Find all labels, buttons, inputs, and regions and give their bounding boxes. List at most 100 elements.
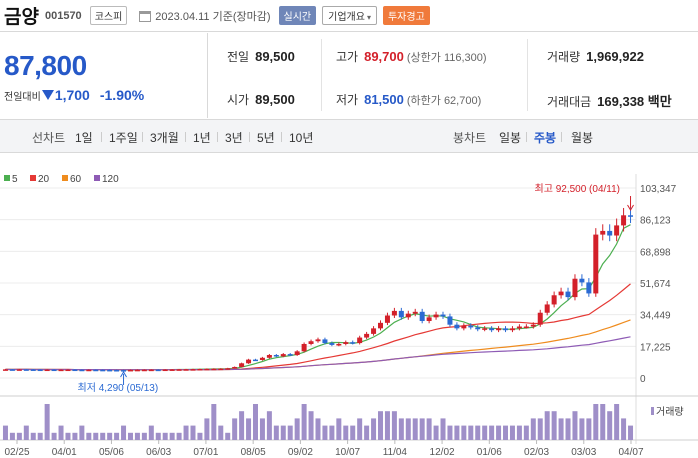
volume-bar bbox=[190, 425, 196, 440]
candle-body bbox=[72, 369, 78, 372]
volume-bar bbox=[259, 418, 265, 440]
down-arrow-icon bbox=[41, 90, 54, 100]
legend-label: 20 bbox=[38, 174, 50, 185]
volume-bar bbox=[141, 432, 147, 440]
stat-value: 81,500 bbox=[364, 92, 404, 107]
candle-weekly[interactable]: 주봉 bbox=[534, 129, 556, 146]
period-1y[interactable]: 1년 bbox=[193, 129, 211, 146]
volume-bar bbox=[23, 425, 29, 440]
volume-bar bbox=[58, 425, 64, 440]
volume-bar bbox=[155, 432, 161, 440]
candle-body bbox=[266, 355, 272, 358]
divider bbox=[526, 132, 527, 142]
candle-chart-label: 봉차트 bbox=[453, 131, 487, 145]
calendar-icon bbox=[139, 11, 152, 22]
volume-bar bbox=[607, 411, 613, 440]
candle-body bbox=[58, 369, 64, 372]
stat-prev-close: 전일 89,500 bbox=[227, 48, 295, 65]
volume-bar bbox=[398, 418, 404, 440]
candle-body bbox=[516, 326, 522, 329]
volume-bar bbox=[287, 425, 293, 440]
x-tick-label: 05/06 bbox=[99, 447, 124, 458]
volume-bar bbox=[447, 425, 453, 440]
volume-bar bbox=[294, 418, 300, 440]
company-overview-label: 기업개요 bbox=[328, 12, 365, 23]
stat-volume: 거래량 1,969,922 bbox=[547, 48, 644, 65]
quote-stats: 전일 89,500 고가 89,700 (상한가 116,300) 거래량 1,969,… bbox=[209, 33, 698, 118]
candle-body bbox=[183, 369, 189, 371]
candle-body bbox=[565, 291, 571, 298]
candle-body bbox=[475, 327, 481, 330]
candle-body bbox=[364, 333, 370, 338]
volume-bar bbox=[329, 425, 335, 440]
volume-bar bbox=[551, 411, 557, 440]
candle-body bbox=[65, 369, 71, 372]
volume-bar bbox=[503, 425, 509, 440]
legend-label: 120 bbox=[102, 174, 119, 185]
volume-bar bbox=[391, 411, 397, 440]
volume-bar bbox=[586, 418, 592, 440]
realtime-button[interactable]: 실시간 bbox=[278, 6, 317, 25]
candle-body bbox=[426, 317, 432, 322]
candle-body bbox=[523, 326, 529, 329]
stat-high: 고가 89,700 (상한가 116,300) bbox=[336, 48, 487, 65]
stock-header: 금양 001570 코스피 2023.04.11 기준(장마감) 실시간 기업개… bbox=[0, 0, 698, 32]
lower-limit: (하한가 62,700) bbox=[406, 95, 482, 107]
investment-warning-badge[interactable]: 투자경고 bbox=[382, 6, 430, 25]
candle-body bbox=[433, 314, 439, 318]
volume-bar bbox=[440, 418, 446, 440]
price-chart[interactable]: 5 20 60 120 0 17,225 34,449 51,674 68,898 86,123 1… bbox=[0, 154, 698, 458]
x-tick-label: 08/05 bbox=[241, 447, 266, 458]
candle-body bbox=[600, 230, 606, 235]
period-5y[interactable]: 5년 bbox=[257, 129, 275, 146]
candle-body bbox=[544, 304, 550, 313]
volume-bar bbox=[433, 425, 439, 440]
period-1w[interactable]: 1주일 bbox=[109, 129, 138, 146]
volume-bar bbox=[114, 432, 120, 440]
y-tick-label: 68,898 bbox=[640, 247, 671, 258]
volume-bar bbox=[544, 411, 550, 440]
candle-body bbox=[558, 291, 564, 296]
volume-legend-label: 거래량 bbox=[656, 406, 684, 418]
y-tick-label: 86,123 bbox=[640, 216, 671, 227]
candle-monthly[interactable]: 월봉 bbox=[571, 129, 593, 146]
candle-body bbox=[391, 310, 397, 316]
volume-bar bbox=[593, 404, 599, 440]
candle-body bbox=[440, 314, 446, 317]
candle-body bbox=[141, 369, 147, 372]
candle-body bbox=[371, 328, 377, 334]
volume-bar bbox=[489, 425, 495, 440]
legend-label: 60 bbox=[70, 174, 82, 185]
candle-daily[interactable]: 일봉 bbox=[499, 129, 521, 146]
divider bbox=[281, 132, 282, 142]
quote-date: 2023.04.11 기준(장마감) bbox=[155, 10, 271, 23]
x-tick-label: 04/07 bbox=[618, 447, 643, 458]
volume-bar bbox=[516, 425, 522, 440]
divider bbox=[527, 39, 528, 111]
period-3y[interactable]: 3년 bbox=[225, 129, 243, 146]
volume-bar bbox=[127, 432, 133, 440]
candle-body bbox=[579, 278, 585, 283]
candle-body bbox=[628, 215, 634, 217]
candle-body bbox=[30, 369, 36, 371]
candle-body bbox=[51, 369, 57, 372]
period-1d[interactable]: 1일 bbox=[75, 129, 93, 146]
volume-bar bbox=[614, 404, 620, 440]
candle-body bbox=[114, 370, 120, 372]
volume-bar bbox=[523, 425, 529, 440]
legend-swatch bbox=[62, 175, 68, 181]
company-overview-button[interactable]: 기업개요 ▾ bbox=[322, 6, 377, 25]
candle-body bbox=[23, 369, 29, 371]
period-3m[interactable]: 3개월 bbox=[150, 129, 179, 146]
volume-bar bbox=[30, 432, 36, 440]
upper-limit: (상한가 116,300) bbox=[406, 52, 487, 64]
period-10y[interactable]: 10년 bbox=[289, 129, 313, 146]
candle-body bbox=[398, 310, 404, 318]
x-tick-label: 06/03 bbox=[146, 447, 171, 458]
volume-bar bbox=[239, 411, 245, 440]
candle-body bbox=[468, 325, 474, 328]
candle-body bbox=[93, 369, 99, 372]
x-tick-label: 02/03 bbox=[524, 447, 549, 458]
volume-bar bbox=[419, 418, 425, 440]
candle-body bbox=[621, 215, 627, 226]
